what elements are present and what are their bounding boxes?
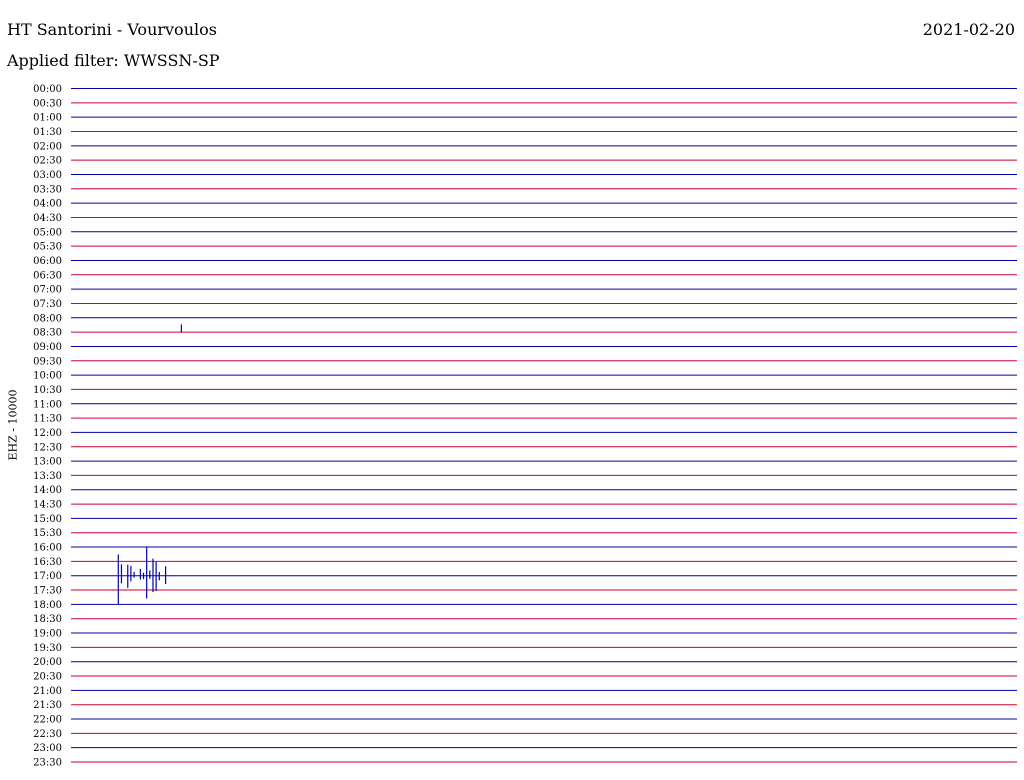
time-label-1930: 19:30 <box>33 643 62 654</box>
time-label-0100: 01:00 <box>33 113 62 124</box>
time-label-2030: 20:30 <box>33 672 62 683</box>
time-label-0030: 00:30 <box>33 98 62 109</box>
time-label-0930: 09:30 <box>33 356 62 367</box>
time-label-0300: 03:00 <box>33 170 62 181</box>
time-label-0600: 06:00 <box>33 256 62 267</box>
time-label-1800: 18:00 <box>33 600 62 611</box>
time-label-1430: 14:30 <box>33 500 62 511</box>
time-label-2300: 23:00 <box>33 743 62 754</box>
time-label-1330: 13:30 <box>33 471 62 482</box>
time-label-2130: 21:30 <box>33 700 62 711</box>
time-label-1230: 12:30 <box>33 442 62 453</box>
time-label-1830: 18:30 <box>33 614 62 625</box>
time-label-1400: 14:00 <box>33 485 62 496</box>
time-label-1300: 13:00 <box>33 457 62 468</box>
time-label-0730: 07:30 <box>33 299 62 310</box>
time-label-0400: 04:00 <box>33 199 62 210</box>
time-labels: 00:00 00:30 01:00 01:30 02:00 02:30 03:00 03:30… <box>33 84 62 769</box>
time-label-1900: 19:00 <box>33 629 62 640</box>
time-label-1630: 16:30 <box>33 557 62 568</box>
time-label-1030: 10:30 <box>33 385 62 396</box>
time-label-0230: 02:30 <box>33 156 62 167</box>
time-label-1130: 11:30 <box>33 414 62 425</box>
time-label-1700: 17:00 <box>33 571 62 582</box>
time-label-1600: 16:00 <box>33 543 62 554</box>
time-label-0800: 08:00 <box>33 313 62 324</box>
time-label-0500: 05:00 <box>33 227 62 238</box>
time-label-2100: 21:00 <box>33 686 62 697</box>
time-label-0630: 06:30 <box>33 270 62 281</box>
trace-rows <box>71 88 1017 763</box>
seismic-events <box>117 324 340 605</box>
time-label-0130: 01:30 <box>33 127 62 138</box>
time-label-1100: 11:00 <box>33 399 62 410</box>
time-label-0830: 08:30 <box>33 328 62 339</box>
time-label-0330: 03:30 <box>33 184 62 195</box>
time-label-0000: 00:00 <box>33 84 62 95</box>
time-label-0700: 07:00 <box>33 285 62 296</box>
time-label-1000: 10:00 <box>33 371 62 382</box>
time-label-1730: 17:30 <box>33 586 62 597</box>
time-label-0200: 02:00 <box>33 141 62 152</box>
helicorder-plot: 00:00 00:30 01:00 01:30 02:00 02:30 03:00 03:30… <box>33 84 1017 769</box>
time-label-2330: 23:30 <box>33 758 62 769</box>
time-label-0530: 05:30 <box>33 242 62 253</box>
time-label-2000: 20:00 <box>33 657 62 668</box>
time-label-2200: 22:00 <box>33 715 62 726</box>
time-label-1530: 15:30 <box>33 528 62 539</box>
time-label-2230: 22:30 <box>33 729 62 740</box>
time-label-0900: 09:00 <box>33 342 62 353</box>
time-label-1500: 15:00 <box>33 514 62 525</box>
time-label-0430: 04:30 <box>33 213 62 224</box>
time-label-1200: 12:00 <box>33 428 62 439</box>
